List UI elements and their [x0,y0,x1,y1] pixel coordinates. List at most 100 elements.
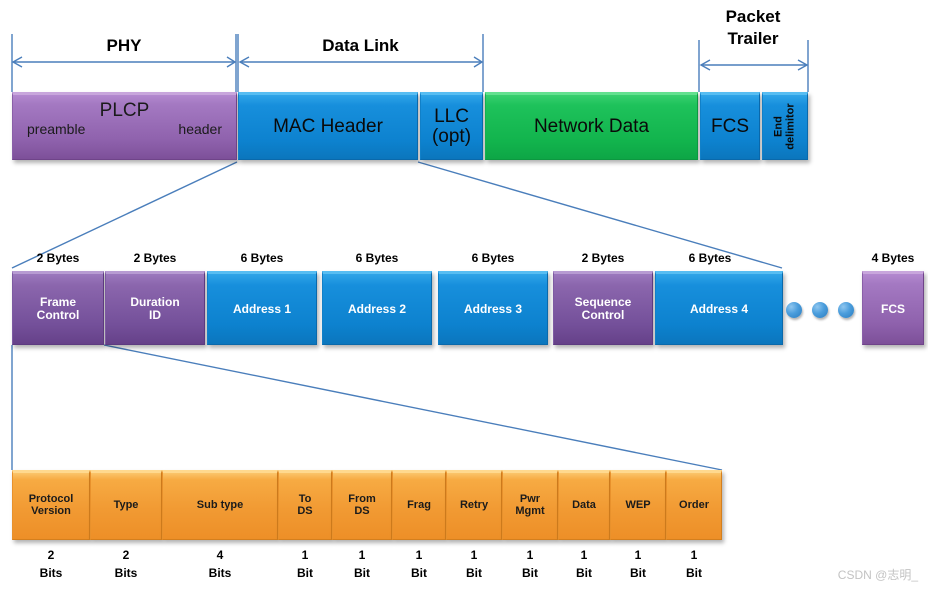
fcbit-wep-label: WEP [625,499,651,512]
bitcount-retry: 1 Bit [444,546,504,582]
macfield-address-4[interactable]: Address 4 [655,271,783,345]
llc-label: LLC (opt) [431,106,472,147]
fcbit-from-ds[interactable]: From DS [332,470,392,540]
plcp-header-label: header [178,121,222,137]
field-llc[interactable]: LLC (opt) [420,92,483,160]
plcp-center-label: PLCP [99,100,150,121]
bitcount-pwr-mgmt-unit: Bit [522,566,538,580]
macfield-frame-control[interactable]: Frame Control [12,271,104,345]
bitcount-data-number: 1 [580,548,588,562]
bitcount-frag: 1 Bit [389,546,449,582]
size-duration-id: 2 Bytes [133,251,177,265]
bitcount-to-ds-unit: Bit [297,566,313,580]
fcbit-to-ds[interactable]: To DS [278,470,332,540]
macfield-fcs-label: FCS [881,301,905,316]
diagram-canvas: PHY Data Link Packet Trailer PLCP preamb… [0,0,928,595]
bitcount-data: 1 Bit [554,546,614,582]
layer-label-data-link: Data Link [322,36,399,55]
field-end-delimiter[interactable]: End delimitor [762,92,808,160]
layer-label-phy: PHY [106,36,142,55]
bitcount-from-ds-number: 1 [358,548,366,562]
macfield-address-2-label: Address 2 [347,301,407,316]
fcbit-order[interactable]: Order [666,470,722,540]
macfield-address-1[interactable]: Address 1 [207,271,317,345]
fcbit-pwr-mgmt[interactable]: Pwr Mgmt [502,470,558,540]
bitcount-sub-type-number: 4 [216,548,224,562]
size-address-4: 6 Bytes [688,251,732,265]
fcbit-data-label: Data [572,499,596,512]
macfield-address-2[interactable]: Address 2 [322,271,432,345]
bitcount-sub-type-unit: Bits [208,566,232,580]
macfield-address-1-label: Address 1 [232,301,292,316]
bitcount-retry-number: 1 [470,548,478,562]
end-delimiter-label: End delimitor [772,103,797,151]
ellipsis-dot-2 [812,302,828,318]
fcbit-from-ds-label: From DS [348,493,376,517]
bitcount-frag-unit: Bit [411,566,427,580]
bitcount-protocol-version: 2 Bits [21,546,81,582]
macfield-duration-id-label: Duration ID [130,295,180,322]
field-mac-header[interactable]: MAC Header [238,92,418,160]
bitcount-type-unit: Bits [114,566,138,580]
macfield-address-3[interactable]: Address 3 [438,271,548,345]
bitcount-from-ds-unit: Bit [354,566,370,580]
size-address-2: 6 Bytes [355,251,399,265]
bitcount-to-ds-number: 1 [301,548,309,562]
macfield-fcs[interactable]: FCS [862,271,924,345]
bitcount-wep-unit: Bit [630,566,646,580]
watermark: CSDN @志明_ [837,568,918,582]
size-address-3: 6 Bytes [471,251,515,265]
bitcount-type-number: 2 [122,548,130,562]
fcs-trailer-label: FCS [711,116,749,138]
macfield-address-3-label: Address 3 [463,301,523,316]
layer-label-packet-trailer: Packet Trailer [725,7,781,48]
bitcount-order-number: 1 [690,548,698,562]
network-data-label: Network Data [533,116,650,138]
bitcount-retry-unit: Bit [466,566,482,580]
bitcount-data-unit: Bit [576,566,592,580]
field-network-data[interactable]: Network Data [485,92,698,160]
macfield-duration-id[interactable]: Duration ID [105,271,205,345]
bitcount-from-ds: 1 Bit [332,546,392,582]
macfield-address-4-label: Address 4 [689,301,749,316]
field-plcp[interactable]: PLCP preamble header [12,92,237,160]
fcbit-data[interactable]: Data [558,470,610,540]
mac-header-label: MAC Header [273,116,383,138]
ellipsis-dot-3 [838,302,854,318]
size-fcs: 4 Bytes [871,251,915,265]
bitcount-to-ds: 1 Bit [275,546,335,582]
bitcount-protocol-version-number: 2 [47,548,55,562]
fcbit-retry[interactable]: Retry [446,470,502,540]
bitcount-protocol-version-unit: Bits [39,566,63,580]
macfield-sequence-control[interactable]: Sequence Control [553,271,653,345]
bitcount-frag-number: 1 [415,548,423,562]
fcbit-pwr-mgmt-label: Pwr Mgmt [515,493,545,517]
fcbit-sub-type[interactable]: Sub type [162,470,278,540]
ellipsis-dot-1 [786,302,802,318]
bitcount-order-unit: Bit [686,566,702,580]
plcp-preamble-label: preamble [27,121,86,137]
size-frame-control: 2 Bytes [36,251,80,265]
field-fcs-trailer[interactable]: FCS [700,92,760,160]
bitcount-pwr-mgmt: 1 Bit [500,546,560,582]
fcbit-frag[interactable]: Frag [392,470,446,540]
size-address-1: 6 Bytes [240,251,284,265]
size-sequence-control: 2 Bytes [581,251,625,265]
fcbit-wep[interactable]: WEP [610,470,666,540]
bitcount-order: 1 Bit [664,546,724,582]
fcbit-frag-label: Frag [407,499,431,512]
bitcount-sub-type: 4 Bits [190,546,250,582]
bitcount-type: 2 Bits [96,546,156,582]
bitcount-wep-number: 1 [634,548,642,562]
fcbit-retry-label: Retry [459,499,489,512]
fcbit-protocol-version-label: Protocol Version [28,493,74,517]
fcbit-to-ds-label: To DS [297,493,313,517]
fcbit-type[interactable]: Type [90,470,162,540]
macfield-sequence-control-label: Sequence Control [574,295,632,322]
bitcount-pwr-mgmt-number: 1 [526,548,534,562]
fcbit-sub-type-label: Sub type [196,499,244,512]
fcbit-protocol-version[interactable]: Protocol Version [12,470,90,540]
bitcount-wep: 1 Bit [608,546,668,582]
fcbit-order-label: Order [679,499,709,512]
fcbit-type-label: Type [113,499,139,512]
